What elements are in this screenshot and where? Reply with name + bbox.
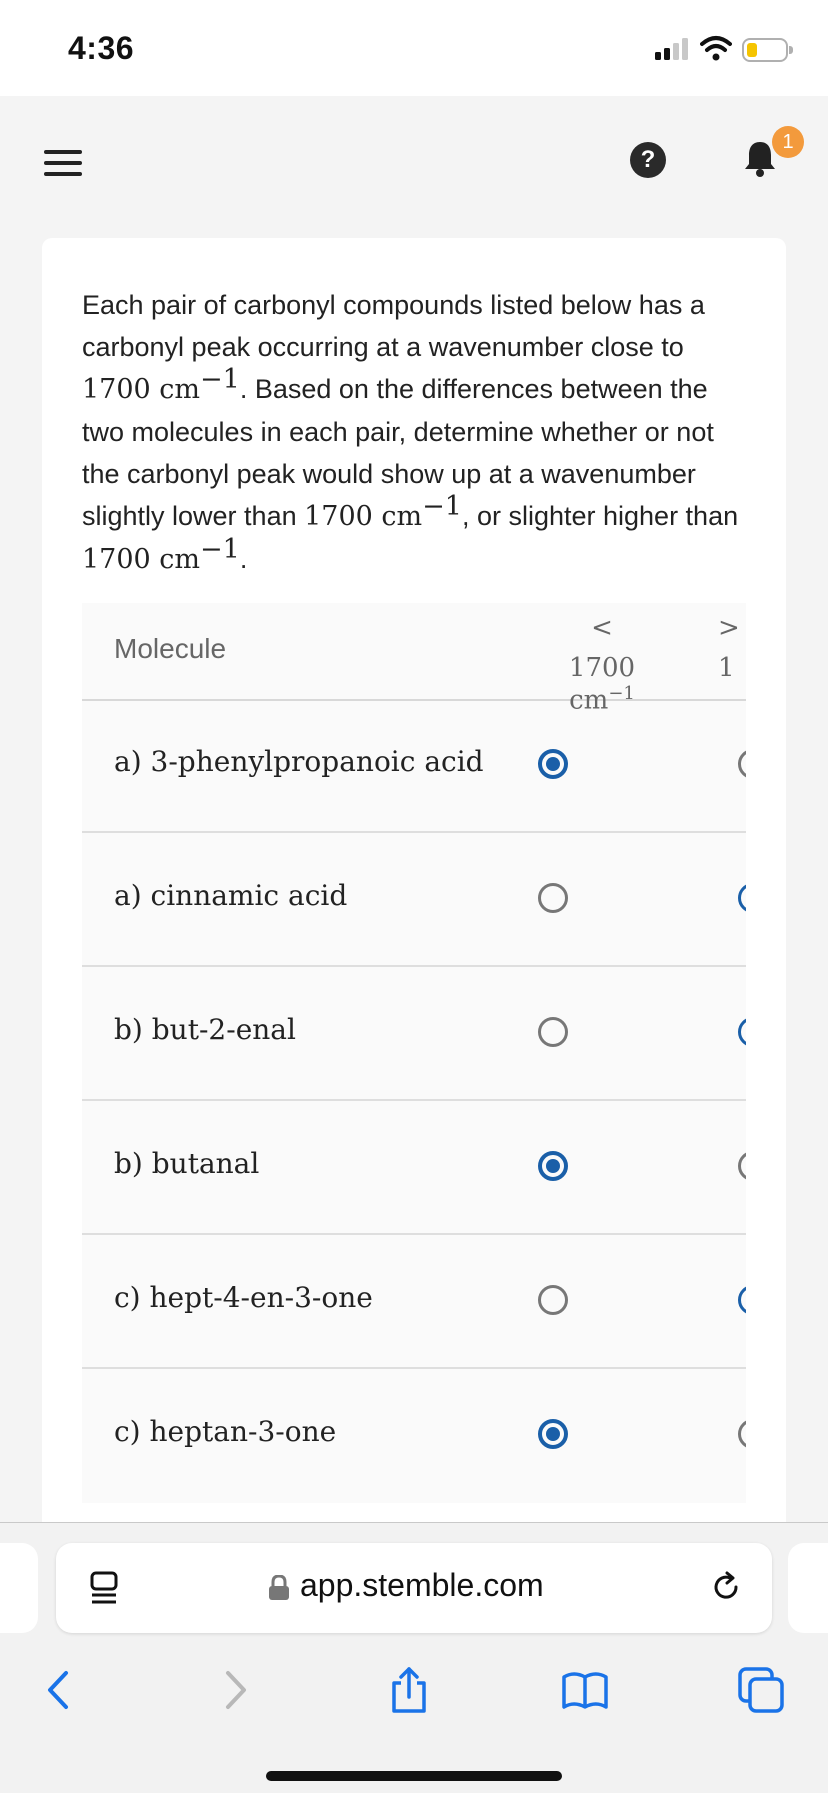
radio-higher[interactable] [738,1151,746,1181]
back-icon[interactable] [34,1665,84,1715]
molecule-label: c) heptan-3-one [114,1415,337,1448]
question-text: Each pair of carbonyl compounds listed b… [82,284,752,581]
question-part3: , or slighter higher than [461,501,739,531]
radio-higher[interactable] [738,749,746,779]
reload-icon[interactable] [708,1569,744,1605]
radio-higher[interactable] [738,883,746,913]
table-header: Molecule < 1700 cm−1 > 1 [82,603,746,716]
page-settings-icon[interactable] [90,1571,118,1605]
lock-icon [269,1575,289,1600]
radio-lower[interactable] [538,883,568,913]
wifi-icon [700,36,732,61]
browser-nav-row [0,1653,828,1733]
notification-badge: 1 [772,126,804,158]
radio-lower[interactable] [538,1151,568,1181]
radio-lower[interactable] [538,749,568,779]
help-button[interactable]: ? [630,142,666,178]
wavenumber-value: 1700 cm [304,501,423,532]
molecule-label: a) 3-phenylpropanoic acid [114,745,484,778]
greater-than-symbol: > [718,613,740,643]
forward-icon[interactable] [210,1665,260,1715]
battery-icon [742,38,793,62]
share-icon[interactable] [384,1665,434,1715]
wavenumber-exponent: −1 [422,491,462,522]
status-time: 4:36 [68,30,135,66]
previous-tab-preview[interactable] [0,1543,38,1633]
answer-table: Molecule < 1700 cm−1 > 1 a) 3-phenylprop… [82,603,746,1503]
cellular-signal-icon [655,38,688,60]
status-bar: 4:36 [0,0,828,96]
table-row: c) hept-4-en-3-one [82,1235,746,1369]
question-part4: . [239,544,248,574]
radio-lower[interactable] [538,1017,568,1047]
wavenumber-exponent: −1 [200,534,240,565]
home-indicator[interactable] [266,1771,562,1781]
wavenumber-value: 1700 cm [82,374,201,405]
radio-higher[interactable] [738,1419,746,1449]
molecule-label: c) hept-4-en-3-one [114,1281,373,1314]
molecule-label: a) cinnamic acid [114,879,348,912]
column-header-higher: > 1 [718,613,746,683]
table-row: b) but-2-enal [82,967,746,1101]
radio-higher[interactable] [738,1285,746,1315]
table-row: a) cinnamic acid [82,833,746,967]
browser-toolbar: app.stemble.com [0,1522,828,1793]
less-than-symbol: < [591,613,613,643]
menu-icon[interactable] [44,150,82,176]
address-bar[interactable]: app.stemble.com [56,1543,772,1633]
wavenumber-value: 1700 cm [82,544,201,575]
radio-higher[interactable] [738,1017,746,1047]
molecule-label: b) butanal [114,1147,260,1180]
radio-lower[interactable] [538,1419,568,1449]
wavenumber-exponent: −1 [200,364,240,395]
radio-lower[interactable] [538,1285,568,1315]
column-header-molecule: Molecule [114,633,227,664]
url-text[interactable]: app.stemble.com [300,1567,544,1604]
question-part1: Each pair of carbonyl compounds listed b… [82,290,705,362]
table-row: b) butanal [82,1101,746,1235]
column-higher-value: 1 [718,653,735,683]
molecule-label: b) but-2-enal [114,1013,296,1046]
table-row: c) heptan-3-one [82,1369,746,1501]
next-tab-preview[interactable] [788,1543,828,1633]
question-card: Each pair of carbonyl compounds listed b… [42,238,786,1538]
bookmarks-icon[interactable] [560,1665,610,1715]
app-header: ? 1 [0,96,828,226]
tabs-icon[interactable] [736,1665,786,1715]
table-row: a) 3-phenylpropanoic acid [82,699,746,833]
